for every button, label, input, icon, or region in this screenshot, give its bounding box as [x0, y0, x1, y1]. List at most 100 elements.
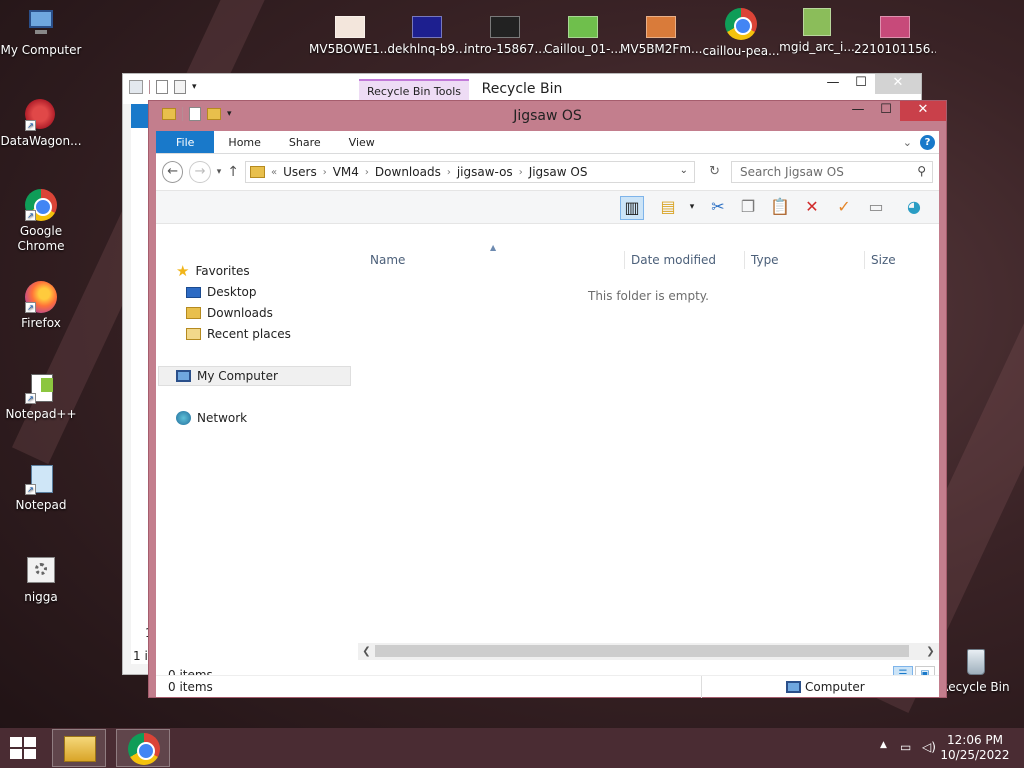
volume-icon[interactable]: ◁): [922, 740, 936, 754]
explorer-window[interactable]: ▾ Jigsaw OS — ☐ ✕ File Home Share View ⌄…: [148, 100, 947, 698]
clock[interactable]: 12:06 PM 10/25/2022: [940, 733, 1010, 763]
maximize-icon[interactable]: ☐: [847, 74, 875, 94]
refresh-icon[interactable]: ↻: [709, 164, 720, 179]
desktop-file-7[interactable]: mgid_arc_i...: [776, 8, 858, 54]
nav-my-computer[interactable]: My Computer: [158, 366, 351, 386]
delete-icon[interactable]: ✕: [800, 196, 824, 220]
desktop-file-3[interactable]: intro-15867...: [464, 16, 546, 56]
paste-icon[interactable]: 📋: [768, 196, 792, 220]
expand-ribbon-icon[interactable]: ⌄: [903, 136, 912, 149]
column-divider[interactable]: [864, 251, 865, 269]
nav-downloads[interactable]: Downloads: [186, 303, 273, 323]
desktop-icon-nigga[interactable]: nigga: [0, 555, 82, 605]
desktop-file-4[interactable]: Caillou_01-...: [542, 16, 624, 56]
desktop-file-5[interactable]: MV5BM2Fm...: [620, 16, 702, 56]
close-icon[interactable]: ✕: [875, 74, 921, 94]
chevron-up-icon[interactable]: ▲: [880, 740, 887, 750]
close-icon[interactable]: ✕: [900, 101, 946, 121]
desktop-icon-firefox[interactable]: ↗ Firefox: [0, 281, 82, 331]
file-list[interactable]: ▲ Name Date modified Type Size This fold…: [358, 243, 939, 660]
notepad-plus-plus-icon: ↗: [25, 372, 57, 404]
desktop-icon-notepad[interactable]: ↗ Notepad: [0, 463, 82, 513]
scroll-left-icon[interactable]: ❮: [358, 643, 375, 660]
minimize-icon[interactable]: —: [819, 74, 847, 94]
search-input[interactable]: Search Jigsaw OS ⚲: [730, 161, 933, 183]
address-dropdown-icon[interactable]: ⌄: [680, 165, 688, 176]
notepad-icon: ↗: [25, 463, 57, 495]
tab-home[interactable]: Home: [214, 131, 274, 153]
new-folder-icon[interactable]: [174, 80, 186, 94]
desktop-file-8[interactable]: 2210101156...: [854, 16, 936, 56]
chevron-right-icon[interactable]: ›: [323, 167, 327, 178]
desktop-icon-google-chrome[interactable]: ↗ Google Chrome: [0, 189, 82, 254]
address-bar[interactable]: « Users › VM4 › Downloads › jigsaw-os › …: [244, 161, 720, 183]
nav-recent-places[interactable]: Recent places: [186, 324, 291, 344]
windows-start-icon[interactable]: [10, 737, 38, 759]
preview-pane-icon[interactable]: ▥: [620, 196, 644, 220]
desktop-file-label: MV5BM2Fm...: [620, 42, 702, 56]
breadcrumb-jigsaw-os[interactable]: jigsaw-os: [457, 165, 513, 179]
desktop-icon-notepad-plus-plus[interactable]: ↗ Notepad++: [0, 372, 82, 422]
tab-share[interactable]: Share: [275, 131, 335, 153]
copy-icon[interactable]: ❐: [736, 196, 760, 220]
column-divider[interactable]: [624, 251, 625, 269]
desktop-icon-label: Notepad++: [5, 407, 77, 421]
chevron-right-icon[interactable]: ›: [365, 167, 369, 178]
navigation-pane: ★ Favorites Desktop Downloads Recent pla…: [156, 249, 356, 660]
image-thumbnail-icon: [803, 8, 831, 36]
column-header-type[interactable]: Type: [751, 253, 779, 267]
horizontal-scrollbar[interactable]: ❮ ❯: [358, 643, 939, 660]
nav-desktop[interactable]: Desktop: [186, 282, 257, 302]
column-header-size[interactable]: Size: [871, 253, 896, 267]
taskbar-file-explorer[interactable]: [52, 729, 106, 767]
network-tray-icon[interactable]: ▭: [900, 740, 911, 754]
network-icon: [176, 411, 191, 425]
tab-file[interactable]: File: [156, 131, 215, 153]
desktop-file-2[interactable]: dekhlnq-b9...: [386, 16, 468, 56]
desktop-file-6[interactable]: caillou-pea...: [700, 8, 782, 58]
nav-network[interactable]: Network: [176, 408, 247, 428]
scroll-right-icon[interactable]: ❯: [922, 643, 939, 660]
minimize-icon[interactable]: —: [844, 101, 872, 121]
desktop-icon-label: My Computer: [0, 43, 82, 57]
nav-favorites[interactable]: ★ Favorites: [176, 261, 250, 281]
properties-icon[interactable]: [156, 80, 168, 94]
chrome-icon: [725, 8, 757, 40]
chevron-right-icon[interactable]: ›: [447, 167, 451, 178]
desktop-icon-datawagon[interactable]: ↗ DataWagon...: [0, 99, 82, 149]
desktop-file-label: intro-15867...: [464, 42, 546, 56]
nav-label: Network: [197, 411, 248, 425]
back-button[interactable]: ←: [162, 161, 184, 183]
breadcrumb-current[interactable]: Jigsaw OS: [529, 165, 588, 179]
explorer-titlebar[interactable]: ▾ Jigsaw OS — ☐ ✕: [156, 101, 946, 131]
breadcrumb-users[interactable]: Users: [283, 165, 317, 179]
rename-icon[interactable]: ✓: [832, 196, 856, 220]
maximize-icon[interactable]: ☐: [872, 101, 900, 121]
chevron-down-icon[interactable]: ▾: [680, 196, 704, 220]
chevron-right-icon[interactable]: ›: [519, 167, 523, 178]
breadcrumb-downloads[interactable]: Downloads: [375, 165, 441, 179]
status-divider: [701, 676, 702, 698]
tab-view[interactable]: View: [335, 131, 389, 153]
help-icon[interactable]: ?: [920, 135, 935, 150]
column-header-name[interactable]: Name: [370, 253, 405, 267]
properties-icon[interactable]: ▭: [864, 196, 888, 220]
firefox-icon: ↗: [25, 281, 57, 313]
up-button[interactable]: ↑: [227, 164, 239, 180]
nav-label: Desktop: [207, 285, 257, 299]
breadcrumb-vm4[interactable]: VM4: [333, 165, 359, 179]
column-divider[interactable]: [744, 251, 745, 269]
breadcrumb-overflow[interactable]: «: [271, 167, 277, 178]
cut-icon[interactable]: ✂: [706, 196, 730, 220]
chevron-down-icon[interactable]: ▾: [192, 82, 197, 92]
recent-locations-icon[interactable]: ▾: [217, 167, 222, 177]
network-share-icon[interactable]: ◕: [902, 196, 926, 220]
taskbar-chrome[interactable]: [116, 729, 170, 767]
desktop-icon-my-computer[interactable]: My Computer: [0, 8, 82, 58]
desktop-file-1[interactable]: MV5BOWE1...: [309, 16, 391, 56]
chrome-icon: [128, 733, 160, 765]
forward-button[interactable]: →: [189, 161, 211, 183]
scrollbar-thumb[interactable]: [375, 645, 909, 657]
column-header-date-modified[interactable]: Date modified: [631, 253, 716, 267]
folder-options-icon[interactable]: ▤: [656, 196, 680, 220]
